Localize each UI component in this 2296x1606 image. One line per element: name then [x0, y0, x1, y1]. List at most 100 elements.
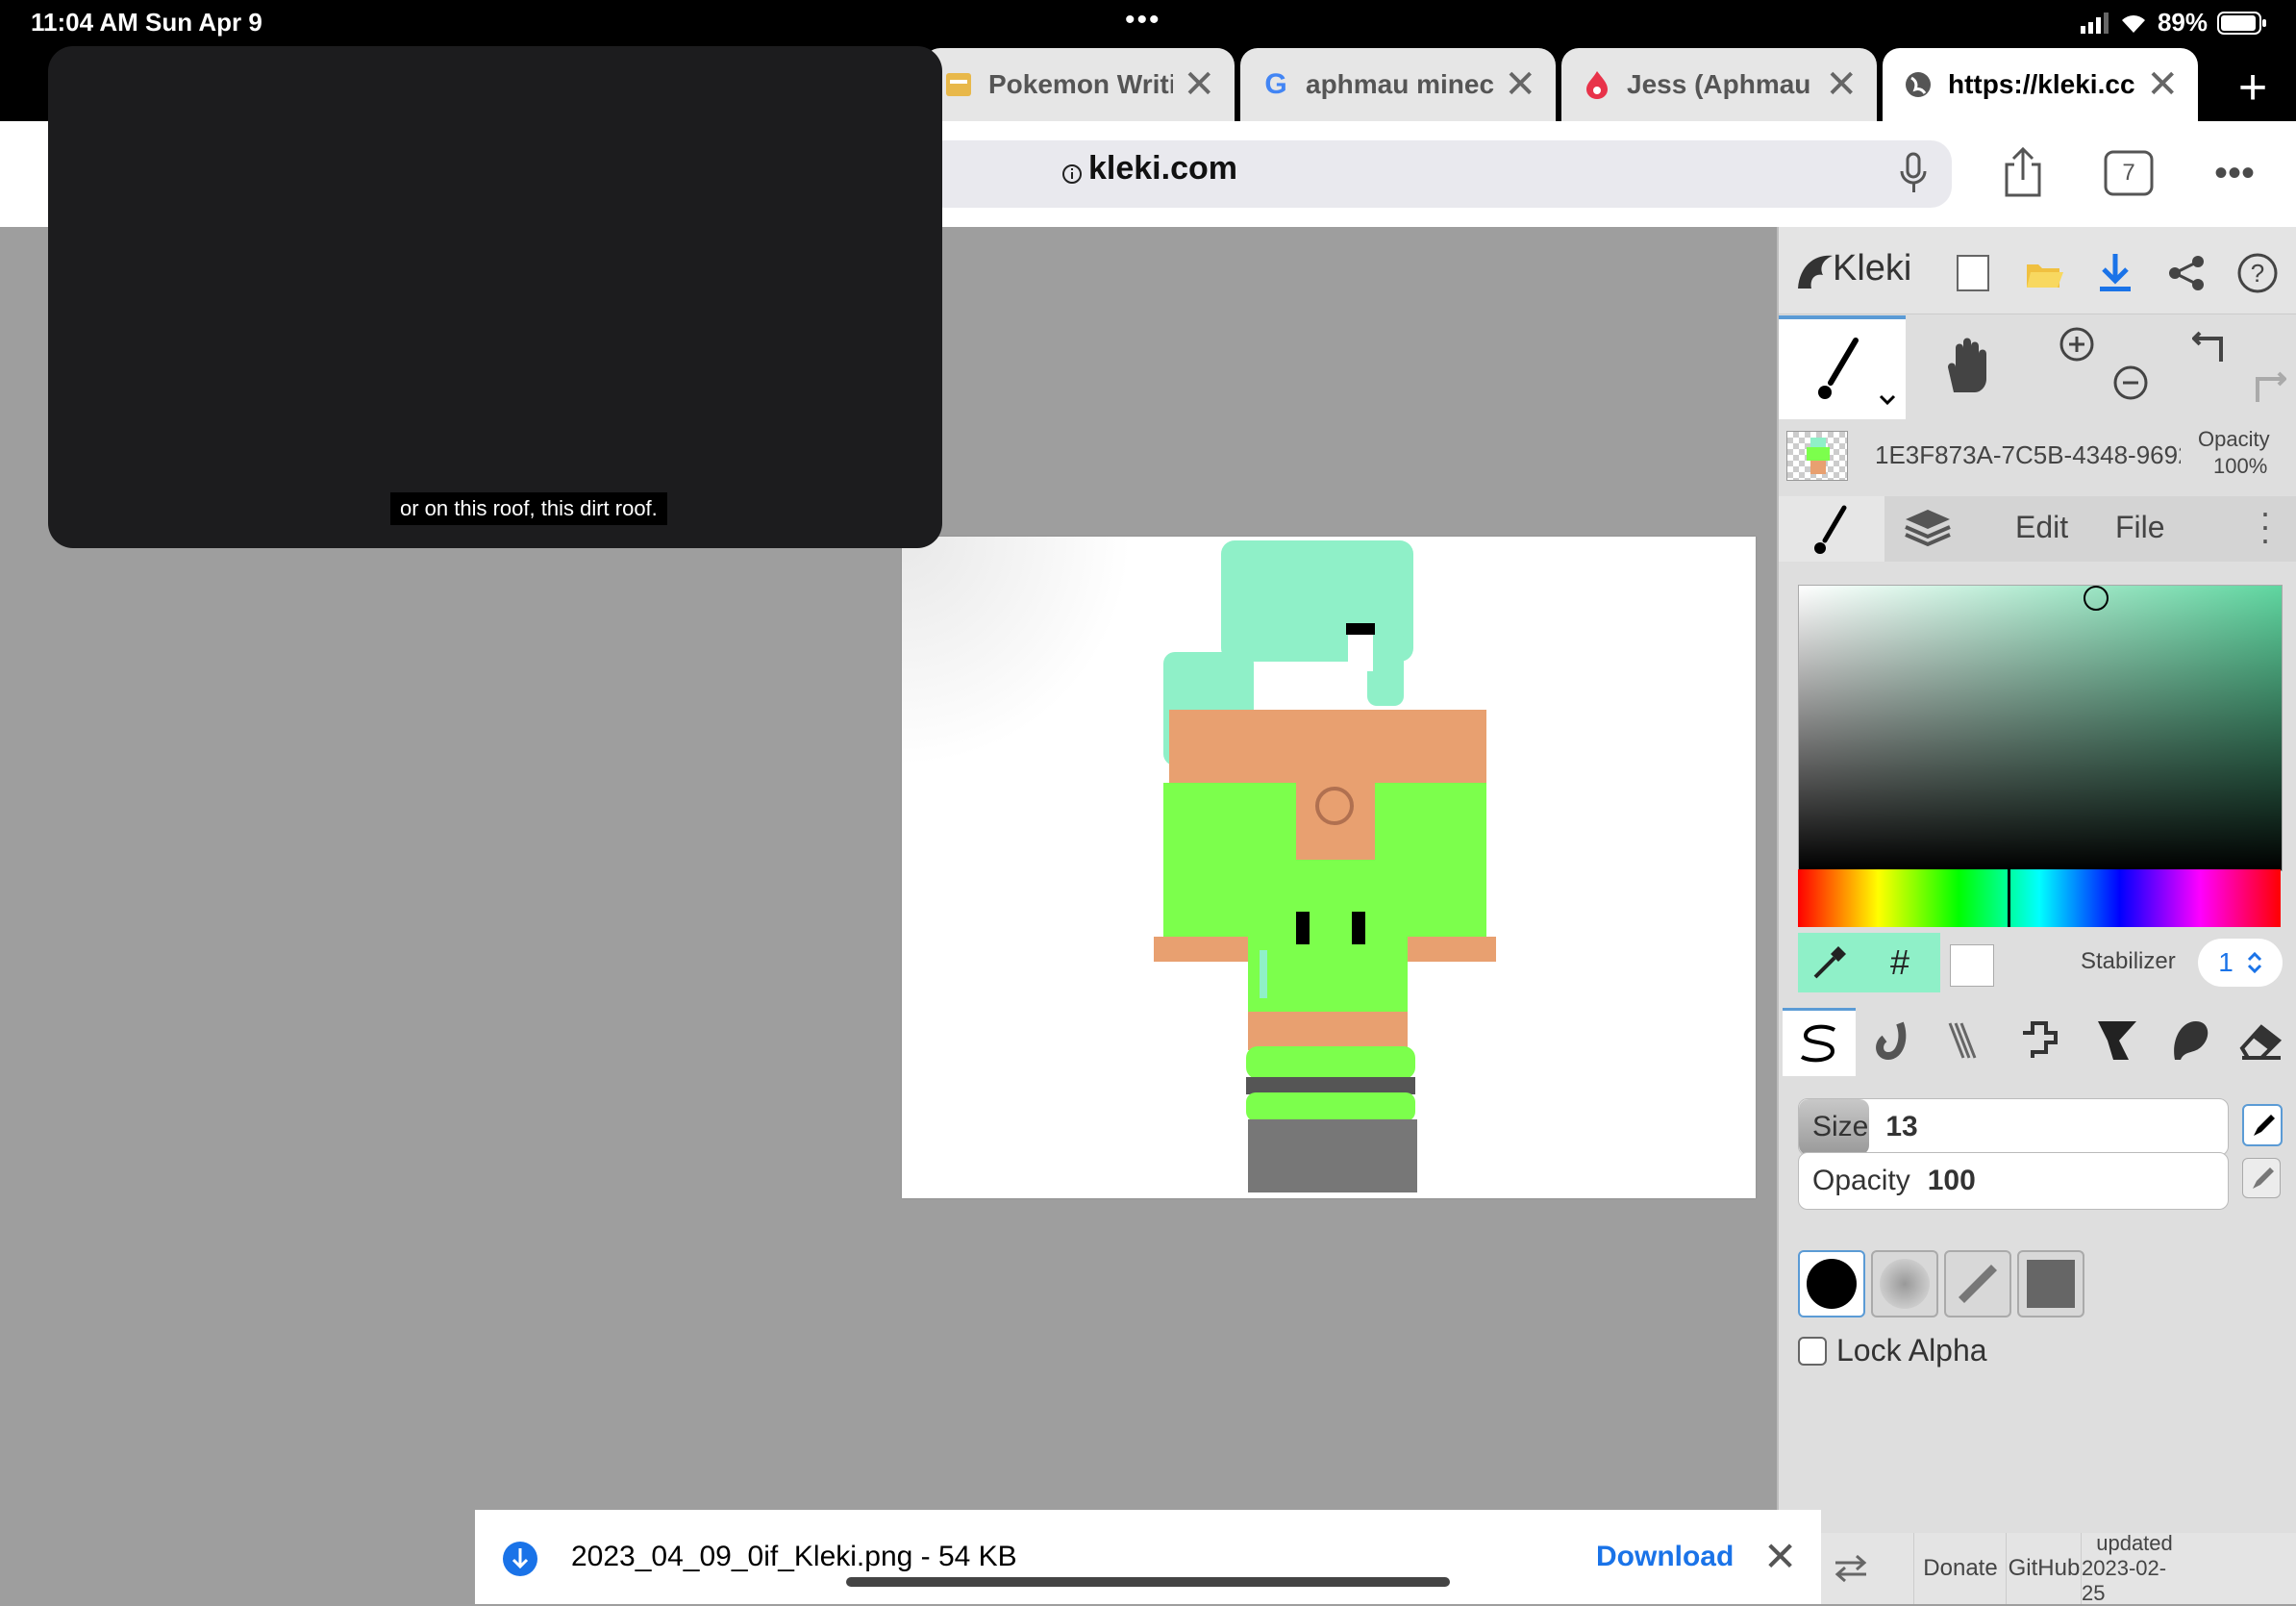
- kleki-logo: Kleki: [1833, 248, 1912, 289]
- updated-label: updated: [2096, 1531, 2173, 1555]
- brush-icon: [1818, 338, 1859, 399]
- microphone-icon[interactable]: [1884, 144, 1942, 202]
- lock-alpha-label: Lock Alpha: [1836, 1333, 1987, 1368]
- tab-pokemon[interactable]: Pokemon Writi ✕: [923, 48, 1235, 121]
- tab-jess[interactable]: Jess (Aphmau ✕: [1561, 48, 1877, 121]
- new-tab-button[interactable]: +: [2219, 54, 2286, 121]
- svg-text:?: ?: [2251, 259, 2264, 288]
- tool-row: [1779, 315, 2296, 419]
- kleki-logo-icon: [1798, 255, 1833, 289]
- zoom-in-icon[interactable]: [2058, 325, 2096, 368]
- more-icon[interactable]: •••: [2206, 144, 2263, 202]
- share-icon[interactable]: [2159, 246, 2213, 300]
- lock-alpha-row[interactable]: Lock Alpha: [1779, 1333, 2296, 1371]
- layer-row[interactable]: 1E3F873A-7C5B-4348-9692 Opacity 100%: [1779, 423, 2296, 483]
- home-indicator[interactable]: [846, 1577, 1450, 1587]
- opacity-label: Opacity: [1812, 1165, 1910, 1196]
- layer-opacity-value: 100%: [2213, 454, 2268, 478]
- document-icon: [942, 68, 975, 101]
- tab-label: https://kleki.cc: [1948, 69, 2135, 99]
- sketchy-brush-icon[interactable]: [1944, 1019, 1983, 1066]
- brush-icon: [1814, 505, 1847, 554]
- hue-slider[interactable]: [1798, 869, 2281, 927]
- smudge-brush-icon[interactable]: [2167, 1017, 2213, 1068]
- drawing-canvas[interactable]: [902, 537, 1756, 1198]
- redo-icon[interactable]: [2244, 369, 2287, 413]
- layers-icon[interactable]: [1904, 506, 1952, 555]
- color-tools-row: # Stabilizer 1: [1779, 933, 2296, 994]
- hue-handle[interactable]: [2008, 869, 2010, 927]
- download-icon[interactable]: [2088, 246, 2142, 300]
- tab-label: Jess (Aphmau: [1627, 69, 1811, 99]
- swap-sides-icon[interactable]: [1817, 1533, 1884, 1604]
- round-tip-button[interactable]: [1798, 1250, 1865, 1317]
- opacity-value: 100: [1927, 1165, 1976, 1196]
- wifi-icon: [2121, 14, 2145, 33]
- battery-percent: 89%: [2157, 8, 2208, 37]
- blend-brush-icon[interactable]: [1871, 1019, 1909, 1066]
- brush-tool-button[interactable]: [1779, 315, 1906, 419]
- opacity-pressure-toggle[interactable]: [2242, 1158, 2281, 1198]
- stabilizer-select[interactable]: 1: [2198, 939, 2283, 987]
- layer-thumbnail: [1786, 431, 1848, 481]
- hex-button[interactable]: #: [1890, 942, 1909, 983]
- tab-count: 7: [2122, 160, 2135, 186]
- stabilizer-label: Stabilizer: [2081, 948, 2176, 974]
- chisel-tip-button[interactable]: [1944, 1250, 2011, 1317]
- url-text: kleki.com: [1088, 150, 1237, 187]
- tab-count-button[interactable]: 7: [2100, 144, 2158, 202]
- panel-tabs: Edit File · · ·: [1779, 495, 2296, 562]
- new-image-icon[interactable]: [1946, 246, 2000, 300]
- more-vertical-icon[interactable]: · · ·: [2259, 495, 2271, 557]
- brush-types-row: [1779, 1008, 2296, 1076]
- pixel-brush-icon[interactable]: [2019, 1019, 2065, 1066]
- kleki-footer: Donate GitHub updated 2023-02-25: [1817, 1531, 2296, 1605]
- opacity-slider[interactable]: Opacity 100: [1798, 1152, 2229, 1210]
- square-tip-button[interactable]: [2017, 1250, 2084, 1317]
- updated-date: 2023-02-25: [2082, 1556, 2167, 1605]
- character-drawing: [1154, 540, 1496, 1192]
- tab-brush[interactable]: [1779, 496, 1884, 562]
- close-icon[interactable]: ✕: [1825, 63, 1858, 107]
- size-slider[interactable]: Size 13: [1798, 1098, 2229, 1156]
- eraser-icon[interactable]: [2238, 1019, 2284, 1066]
- tab-kleki[interactable]: https://kleki.cc ✕: [1883, 48, 2198, 121]
- status-right: 89%: [2080, 8, 2267, 38]
- tab-aphmau[interactable]: G aphmau minec ✕: [1240, 48, 1556, 121]
- soft-tip-button[interactable]: [1871, 1250, 1938, 1317]
- undo-icon[interactable]: [2191, 329, 2234, 372]
- chevron-updown-icon: [2247, 951, 2261, 974]
- flame-icon: [1581, 68, 1613, 101]
- pen-brush-button[interactable]: [1783, 1008, 1856, 1076]
- tab-edit[interactable]: Edit: [2015, 510, 2068, 545]
- download-button[interactable]: Download: [1596, 1541, 1734, 1573]
- size-pressure-toggle[interactable]: [2242, 1104, 2283, 1146]
- close-icon[interactable]: ✕: [1763, 1533, 1797, 1580]
- chisel-tip-icon: [1959, 1265, 1997, 1303]
- video-popup[interactable]: or on this roof, this dirt roof.: [48, 46, 942, 548]
- open-folder-icon[interactable]: [2017, 246, 2071, 300]
- status-time: 11:04 AM Sun Apr 9: [31, 8, 262, 37]
- chevron-down-icon: [1879, 394, 1896, 406]
- tab-file[interactable]: File: [2115, 510, 2165, 545]
- secondary-color[interactable]: [1950, 944, 1994, 987]
- pen-pressure-icon: [2254, 1115, 2275, 1136]
- zoom-out-icon[interactable]: [2111, 364, 2150, 407]
- color-cursor[interactable]: [2084, 586, 2109, 611]
- github-link[interactable]: GitHub: [2006, 1533, 2082, 1604]
- lock-alpha-checkbox[interactable]: [1798, 1337, 1827, 1366]
- kleki-panel: Kleki ? 1E3F873A-7C5B-4348-9692 Opacity …: [1777, 227, 2296, 1604]
- close-icon[interactable]: ✕: [2146, 63, 2179, 107]
- multitasking-dots[interactable]: •••: [1125, 4, 1161, 37]
- share-icon[interactable]: [1994, 144, 2052, 202]
- hand-icon[interactable]: [1942, 335, 1996, 401]
- help-icon[interactable]: ?: [2231, 246, 2284, 300]
- color-picker[interactable]: [1798, 585, 2283, 871]
- eyedropper-icon[interactable]: [1809, 944, 1848, 988]
- donate-link[interactable]: Donate: [1913, 1533, 2007, 1604]
- size-label: Size: [1812, 1111, 1869, 1142]
- close-icon[interactable]: ✕: [1504, 63, 1536, 107]
- close-icon[interactable]: ✕: [1183, 63, 1215, 107]
- chemy-brush-icon[interactable]: [2094, 1017, 2140, 1068]
- size-value: 13: [1885, 1111, 1918, 1142]
